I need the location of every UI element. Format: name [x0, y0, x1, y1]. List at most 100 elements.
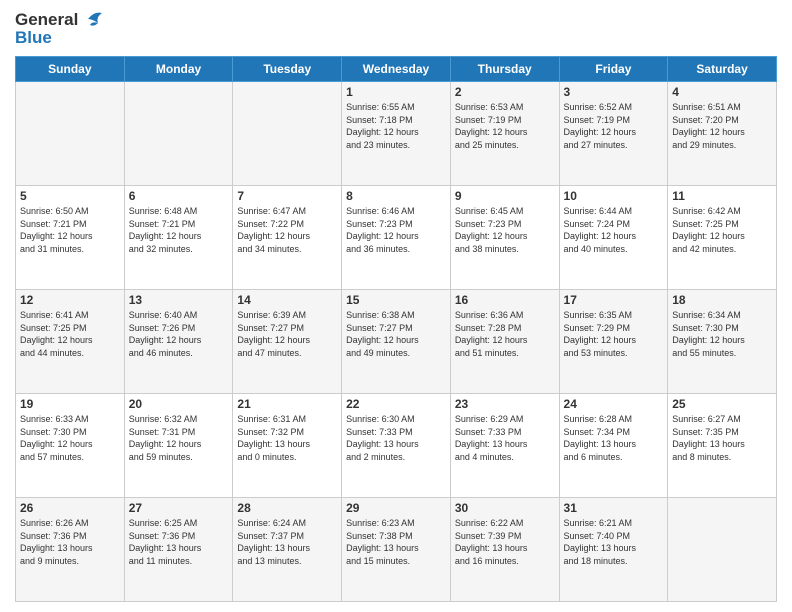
- day-number: 1: [346, 85, 446, 99]
- calendar-cell: 15 Sunrise: 6:38 AM Sunset: 7:27 PM Dayli…: [342, 290, 451, 394]
- day-number: 29: [346, 501, 446, 515]
- day-number: 4: [672, 85, 772, 99]
- day-number: 17: [564, 293, 664, 307]
- day-info: Sunrise: 6:35 AM Sunset: 7:29 PM Dayligh…: [564, 309, 664, 359]
- day-number: 28: [237, 501, 337, 515]
- calendar-cell: 14 Sunrise: 6:39 AM Sunset: 7:27 PM Dayli…: [233, 290, 342, 394]
- logo-general-text: General: [15, 10, 78, 30]
- day-info: Sunrise: 6:38 AM Sunset: 7:27 PM Dayligh…: [346, 309, 446, 359]
- weekday-header-sunday: Sunday: [16, 57, 125, 82]
- calendar-cell: 2 Sunrise: 6:53 AM Sunset: 7:19 PM Daylig…: [450, 82, 559, 186]
- calendar-cell: 10 Sunrise: 6:44 AM Sunset: 7:24 PM Dayli…: [559, 186, 668, 290]
- day-info: Sunrise: 6:25 AM Sunset: 7:36 PM Dayligh…: [129, 517, 229, 567]
- day-info: Sunrise: 6:44 AM Sunset: 7:24 PM Dayligh…: [564, 205, 664, 255]
- day-number: 5: [20, 189, 120, 203]
- day-number: 21: [237, 397, 337, 411]
- day-number: 27: [129, 501, 229, 515]
- weekday-header-friday: Friday: [559, 57, 668, 82]
- calendar-cell: 31Sunrise: 6:21 AM Sunset: 7:40 PM Dayli…: [559, 498, 668, 602]
- day-info: Sunrise: 6:27 AM Sunset: 7:35 PM Dayligh…: [672, 413, 772, 463]
- day-number: 12: [20, 293, 120, 307]
- day-info: Sunrise: 6:40 AM Sunset: 7:26 PM Dayligh…: [129, 309, 229, 359]
- calendar-cell: 11 Sunrise: 6:42 AM Sunset: 7:25 PM Dayli…: [668, 186, 777, 290]
- weekday-header-tuesday: Tuesday: [233, 57, 342, 82]
- day-info: Sunrise: 6:34 AM Sunset: 7:30 PM Dayligh…: [672, 309, 772, 359]
- day-info: Sunrise: 6:48 AM Sunset: 7:21 PM Dayligh…: [129, 205, 229, 255]
- calendar-cell: [233, 82, 342, 186]
- calendar-cell: 17 Sunrise: 6:35 AM Sunset: 7:29 PM Dayli…: [559, 290, 668, 394]
- day-info: Sunrise: 6:39 AM Sunset: 7:27 PM Dayligh…: [237, 309, 337, 359]
- weekday-header-wednesday: Wednesday: [342, 57, 451, 82]
- calendar-cell: 5 Sunrise: 6:50 AM Sunset: 7:21 PM Daylig…: [16, 186, 125, 290]
- calendar-cell: 30 Sunrise: 6:22 AM Sunset: 7:39 PM Dayli…: [450, 498, 559, 602]
- day-info: Sunrise: 6:30 AM Sunset: 7:33 PM Dayligh…: [346, 413, 446, 463]
- calendar-cell: 22Sunrise: 6:30 AM Sunset: 7:33 PM Dayli…: [342, 394, 451, 498]
- day-number: 16: [455, 293, 555, 307]
- day-info: Sunrise: 6:47 AM Sunset: 7:22 PM Dayligh…: [237, 205, 337, 255]
- weekday-header-thursday: Thursday: [450, 57, 559, 82]
- calendar-cell: 9 Sunrise: 6:45 AM Sunset: 7:23 PM Daylig…: [450, 186, 559, 290]
- day-number: 15: [346, 293, 446, 307]
- day-number: 14: [237, 293, 337, 307]
- day-info: Sunrise: 6:23 AM Sunset: 7:38 PM Dayligh…: [346, 517, 446, 567]
- day-number: 8: [346, 189, 446, 203]
- day-info: Sunrise: 6:22 AM Sunset: 7:39 PM Dayligh…: [455, 517, 555, 567]
- day-info: Sunrise: 6:52 AM Sunset: 7:19 PM Dayligh…: [564, 101, 664, 151]
- calendar-cell: 19Sunrise: 6:33 AM Sunset: 7:30 PM Dayli…: [16, 394, 125, 498]
- calendar-cell: [668, 498, 777, 602]
- day-info: Sunrise: 6:50 AM Sunset: 7:21 PM Dayligh…: [20, 205, 120, 255]
- calendar-cell: 8 Sunrise: 6:46 AM Sunset: 7:23 PM Daylig…: [342, 186, 451, 290]
- weekday-header-monday: Monday: [124, 57, 233, 82]
- day-number: 20: [129, 397, 229, 411]
- logo: General Blue: [15, 10, 102, 48]
- logo-blue-text: Blue: [15, 28, 102, 48]
- day-number: 10: [564, 189, 664, 203]
- day-info: Sunrise: 6:51 AM Sunset: 7:20 PM Dayligh…: [672, 101, 772, 151]
- day-number: 25: [672, 397, 772, 411]
- day-info: Sunrise: 6:28 AM Sunset: 7:34 PM Dayligh…: [564, 413, 664, 463]
- day-info: Sunrise: 6:42 AM Sunset: 7:25 PM Dayligh…: [672, 205, 772, 255]
- day-info: Sunrise: 6:21 AM Sunset: 7:40 PM Dayligh…: [564, 517, 664, 567]
- day-number: 11: [672, 189, 772, 203]
- day-info: Sunrise: 6:24 AM Sunset: 7:37 PM Dayligh…: [237, 517, 337, 567]
- day-info: Sunrise: 6:29 AM Sunset: 7:33 PM Dayligh…: [455, 413, 555, 463]
- calendar-cell: 26Sunrise: 6:26 AM Sunset: 7:36 PM Dayli…: [16, 498, 125, 602]
- calendar-cell: 27 Sunrise: 6:25 AM Sunset: 7:36 PM Dayli…: [124, 498, 233, 602]
- calendar-cell: 13 Sunrise: 6:40 AM Sunset: 7:26 PM Dayli…: [124, 290, 233, 394]
- page: General Blue SundayMondayTuesdayWednesda…: [0, 0, 792, 612]
- calendar-cell: 23 Sunrise: 6:29 AM Sunset: 7:33 PM Dayli…: [450, 394, 559, 498]
- calendar-cell: 7 Sunrise: 6:47 AM Sunset: 7:22 PM Daylig…: [233, 186, 342, 290]
- day-number: 9: [455, 189, 555, 203]
- calendar-cell: [124, 82, 233, 186]
- day-number: 30: [455, 501, 555, 515]
- calendar-cell: 1 Sunrise: 6:55 AM Sunset: 7:18 PM Daylig…: [342, 82, 451, 186]
- calendar-cell: 18 Sunrise: 6:34 AM Sunset: 7:30 PM Dayli…: [668, 290, 777, 394]
- day-info: Sunrise: 6:53 AM Sunset: 7:19 PM Dayligh…: [455, 101, 555, 151]
- day-number: 23: [455, 397, 555, 411]
- day-info: Sunrise: 6:36 AM Sunset: 7:28 PM Dayligh…: [455, 309, 555, 359]
- day-number: 2: [455, 85, 555, 99]
- calendar-cell: 24 Sunrise: 6:28 AM Sunset: 7:34 PM Dayli…: [559, 394, 668, 498]
- calendar-cell: 29 Sunrise: 6:23 AM Sunset: 7:38 PM Dayli…: [342, 498, 451, 602]
- calendar-cell: [16, 82, 125, 186]
- day-number: 24: [564, 397, 664, 411]
- day-info: Sunrise: 6:45 AM Sunset: 7:23 PM Dayligh…: [455, 205, 555, 255]
- day-number: 7: [237, 189, 337, 203]
- calendar-cell: 12 Sunrise: 6:41 AM Sunset: 7:25 PM Dayli…: [16, 290, 125, 394]
- day-number: 6: [129, 189, 229, 203]
- calendar-cell: 3 Sunrise: 6:52 AM Sunset: 7:19 PM Daylig…: [559, 82, 668, 186]
- day-number: 3: [564, 85, 664, 99]
- calendar-cell: 28 Sunrise: 6:24 AM Sunset: 7:37 PM Dayli…: [233, 498, 342, 602]
- day-info: Sunrise: 6:41 AM Sunset: 7:25 PM Dayligh…: [20, 309, 120, 359]
- day-number: 18: [672, 293, 772, 307]
- weekday-header-saturday: Saturday: [668, 57, 777, 82]
- day-info: Sunrise: 6:55 AM Sunset: 7:18 PM Dayligh…: [346, 101, 446, 151]
- logo-bird-icon: [80, 9, 102, 29]
- day-number: 13: [129, 293, 229, 307]
- day-info: Sunrise: 6:31 AM Sunset: 7:32 PM Dayligh…: [237, 413, 337, 463]
- calendar-table: SundayMondayTuesdayWednesdayThursdayFrid…: [15, 56, 777, 602]
- day-info: Sunrise: 6:33 AM Sunset: 7:30 PM Dayligh…: [20, 413, 120, 463]
- day-info: Sunrise: 6:26 AM Sunset: 7:36 PM Dayligh…: [20, 517, 120, 567]
- calendar-cell: 20Sunrise: 6:32 AM Sunset: 7:31 PM Dayli…: [124, 394, 233, 498]
- day-info: Sunrise: 6:46 AM Sunset: 7:23 PM Dayligh…: [346, 205, 446, 255]
